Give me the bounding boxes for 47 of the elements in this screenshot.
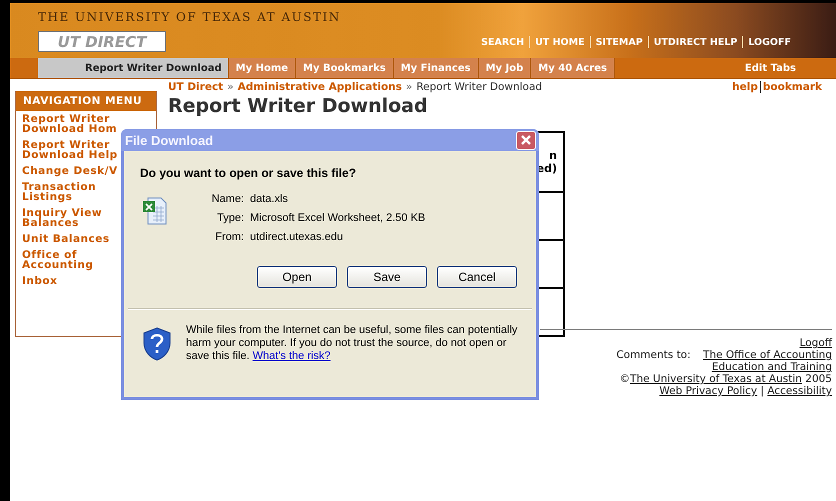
link-separator: | [759, 385, 766, 397]
comments-link[interactable]: The Office of Accounting Education and Training [694, 349, 832, 373]
field-value: data.xls [250, 193, 288, 207]
breadcrumb-separator: » [404, 81, 414, 93]
breadcrumb-current: Report Writer Download [416, 81, 542, 93]
field-label: Name: [210, 193, 244, 207]
spreadsheet-file-icon [142, 196, 168, 226]
risk-link[interactable]: What's the risk? [252, 350, 331, 362]
header-link[interactable]: SITEMAP [590, 36, 648, 48]
tab[interactable]: My Bookmarks [296, 58, 394, 78]
copyright-mark: © [620, 373, 630, 385]
ut-direct-logo[interactable]: UT DIRECT [38, 31, 166, 52]
tab[interactable]: My Home [228, 58, 296, 78]
header-link[interactable]: UT HOME [530, 36, 590, 48]
header-link[interactable]: LOGOFF [743, 36, 796, 48]
header-link[interactable]: SEARCH [476, 36, 530, 48]
page-title: Report Writer Download [168, 95, 429, 117]
copyright-year: 2005 [805, 373, 832, 385]
field-label: Type: [216, 212, 244, 226]
footer-link[interactable]: Web Privacy Policy [659, 385, 758, 397]
copyright-link[interactable]: The University of Texas at Austin [630, 373, 802, 385]
logoff-link[interactable]: Logoff [800, 337, 832, 349]
university-name: THE UNIVERSITY OF TEXAS AT AUSTIN [38, 10, 342, 24]
close-button[interactable] [516, 130, 536, 150]
breadcrumb-separator: » [226, 81, 235, 93]
comments-label: Comments to: [616, 349, 691, 361]
field-value: utdirect.utexas.edu [250, 231, 343, 245]
navigation-menu-title: NAVIGATION MENU [16, 91, 156, 111]
top-link[interactable]: bookmark [760, 81, 824, 93]
dialog-button[interactable]: Save [347, 266, 427, 288]
tab[interactable]: My Finances [394, 58, 479, 78]
dialog-button[interactable]: Cancel [437, 266, 517, 288]
tab[interactable]: My 40 Acres [531, 58, 615, 78]
top-link[interactable]: help [730, 81, 760, 93]
footer-link[interactable]: Accessibility [767, 385, 832, 397]
warning-text: While files from the Internet can be useful, some files can potentially harm your computer. If you do not trust the source, do not open or save this file. What's the risk? [186, 324, 518, 363]
tab[interactable]: My Job [478, 58, 532, 78]
edit-tabs-link[interactable]: Edit Tabs [614, 58, 836, 78]
breadcrumb-link[interactable]: Administrative Applications [238, 81, 402, 93]
close-icon [520, 134, 532, 146]
field-label: From: [214, 231, 244, 245]
breadcrumb-link[interactable]: UT Direct [168, 81, 224, 93]
tab[interactable]: Report Writer Download [38, 58, 229, 78]
dialog-button[interactable]: Open [257, 266, 337, 288]
field-value: Microsoft Excel Worksheet, 2.50 KB [250, 212, 426, 226]
header-link[interactable]: UTDIRECT HELP [648, 36, 742, 48]
security-shield-icon [142, 326, 172, 360]
